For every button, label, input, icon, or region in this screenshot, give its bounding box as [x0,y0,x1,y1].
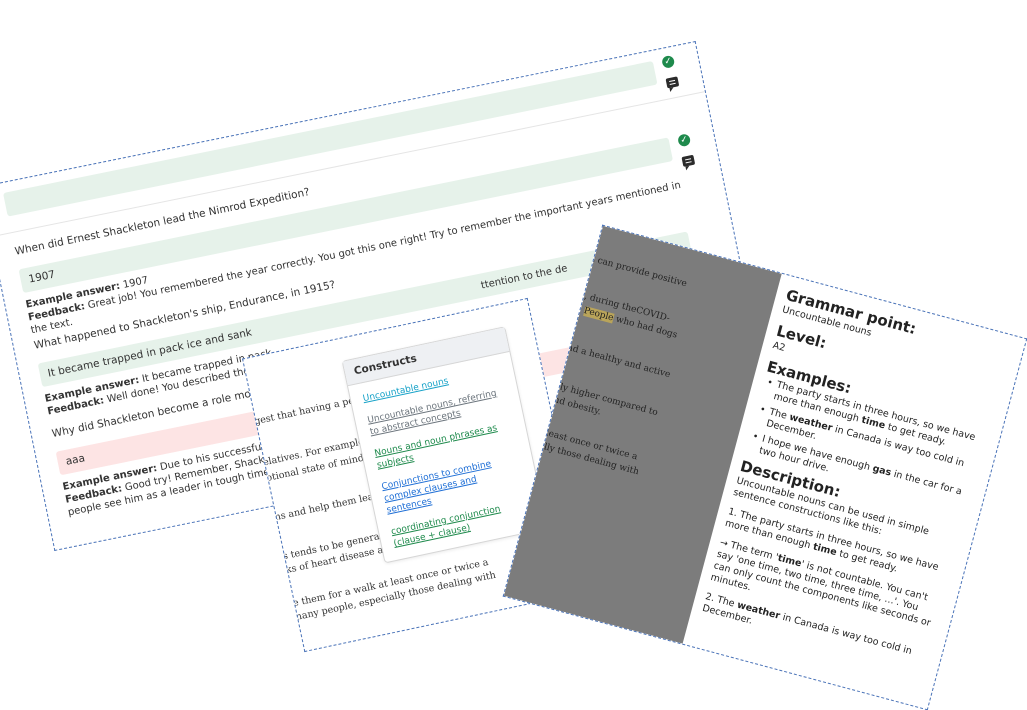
comment-icon[interactable] [665,76,680,89]
constructs-panel: Constructs Uncountable nouns Uncountable … [341,326,549,564]
text-line: ead a healthy and active [561,341,672,381]
comment-icon[interactable] [681,154,696,167]
text-line: et can provide positive [584,252,688,290]
check-circle-icon: ✓ [661,54,676,69]
